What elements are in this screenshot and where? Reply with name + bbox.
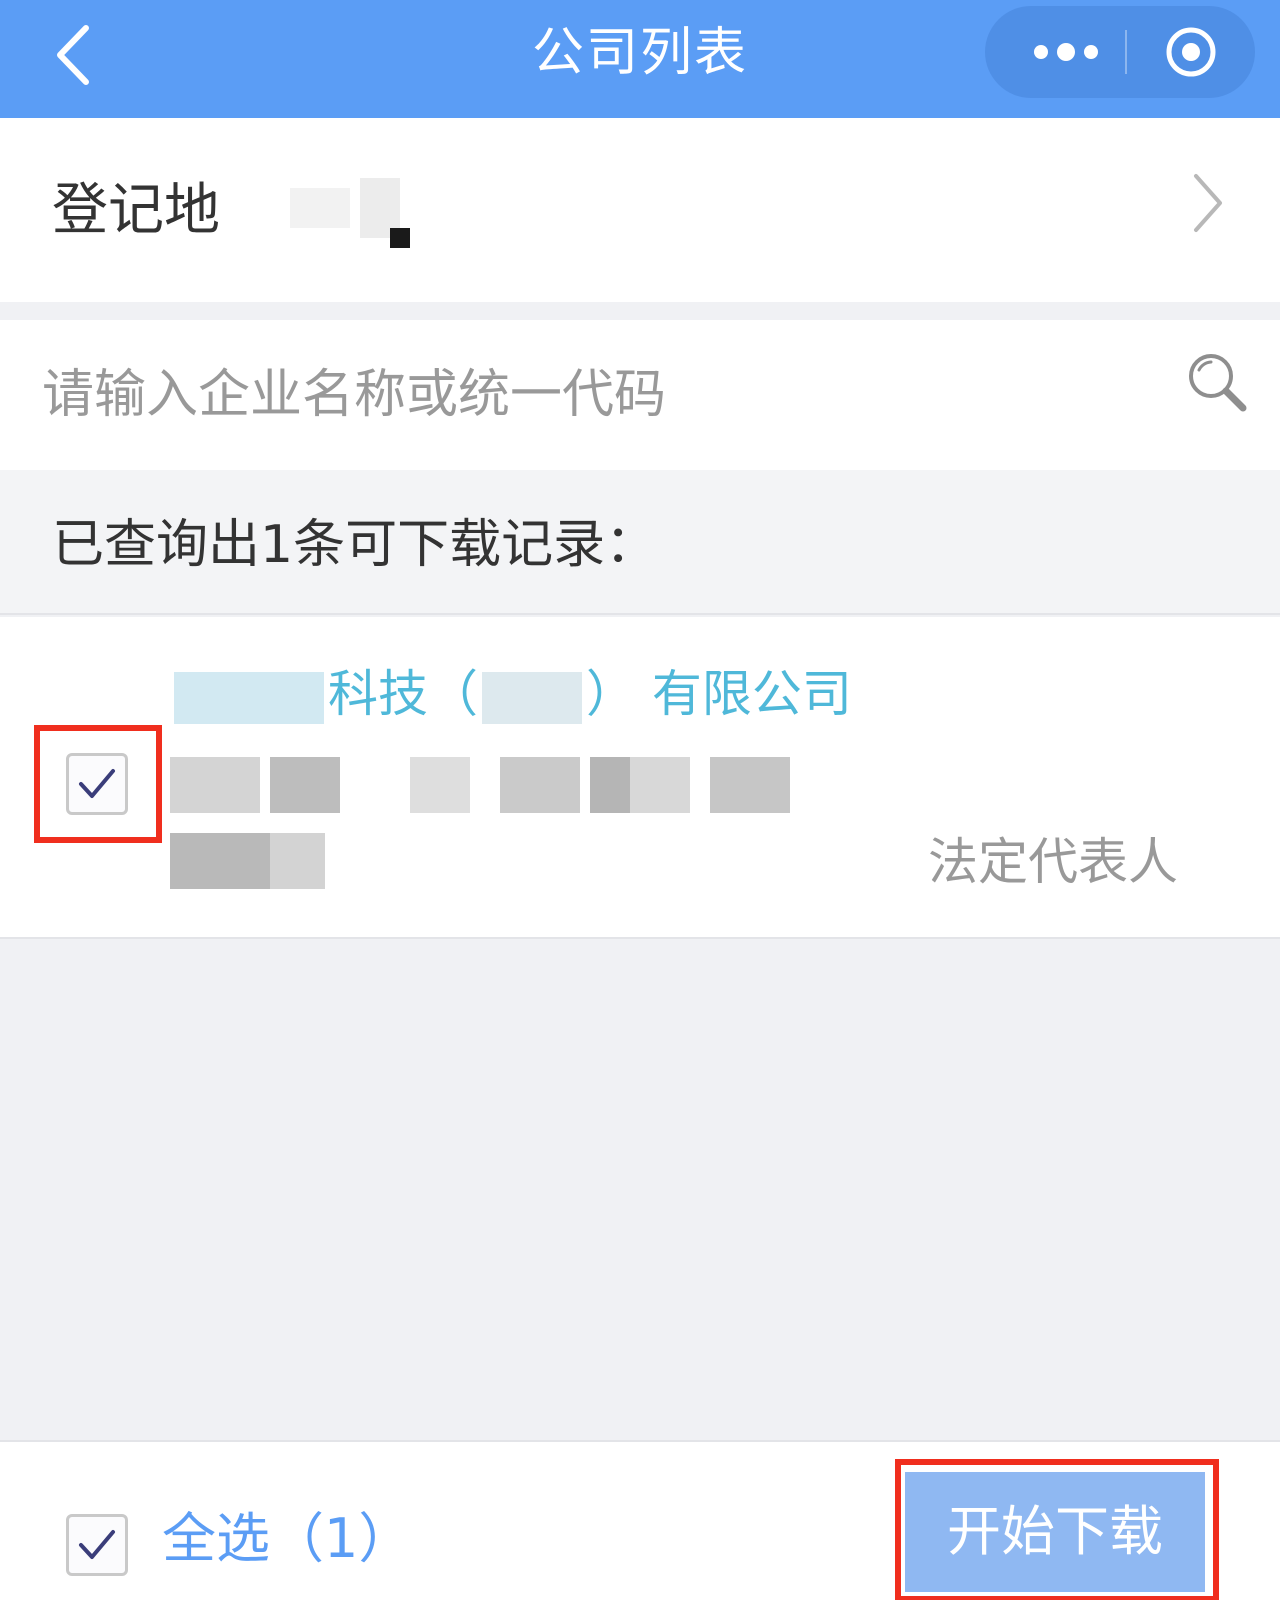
more-dots-icon[interactable] bbox=[1021, 22, 1111, 82]
annotation-highlight bbox=[34, 725, 162, 843]
list-item[interactable]: 科技（） 有限公司 法定代表人 bbox=[0, 617, 1280, 939]
legal-person-redacted bbox=[170, 833, 330, 889]
region-label: 登记地 bbox=[52, 178, 220, 243]
result-summary: 已查询出1条可下载记录： bbox=[52, 515, 658, 575]
target-circle-icon[interactable] bbox=[1163, 24, 1219, 80]
redacted-text bbox=[482, 671, 582, 724]
annotation-highlight bbox=[895, 1459, 1219, 1600]
bottom-action-bar: 全选（1） 开始下载 bbox=[0, 1440, 1280, 1600]
select-all-checkbox[interactable] bbox=[66, 1514, 128, 1576]
chevron-right-icon bbox=[1194, 174, 1222, 232]
nav-bar: 公司列表 bbox=[0, 0, 1280, 118]
search-bar[interactable]: 请输入企业名称或统一代码 bbox=[0, 320, 1280, 470]
result-summary-bar: 已查询出1条可下载记录： bbox=[0, 470, 1280, 615]
region-selector[interactable]: 登记地 bbox=[0, 118, 1280, 302]
checkmark-icon bbox=[79, 1530, 115, 1559]
company-name[interactable]: 科技（） 有限公司 bbox=[170, 659, 852, 729]
legal-person-label: 法定代表人 bbox=[928, 833, 1178, 891]
mini-program-capsule bbox=[985, 6, 1255, 98]
region-value-redacted bbox=[290, 178, 430, 248]
search-icon[interactable] bbox=[1185, 350, 1249, 414]
redacted-text bbox=[174, 671, 324, 724]
select-all-label[interactable]: 全选（1） bbox=[162, 1504, 412, 1574]
search-input[interactable]: 请输入企业名称或统一代码 bbox=[42, 360, 666, 430]
capsule-divider bbox=[1125, 30, 1127, 74]
credit-code-redacted bbox=[170, 757, 790, 813]
